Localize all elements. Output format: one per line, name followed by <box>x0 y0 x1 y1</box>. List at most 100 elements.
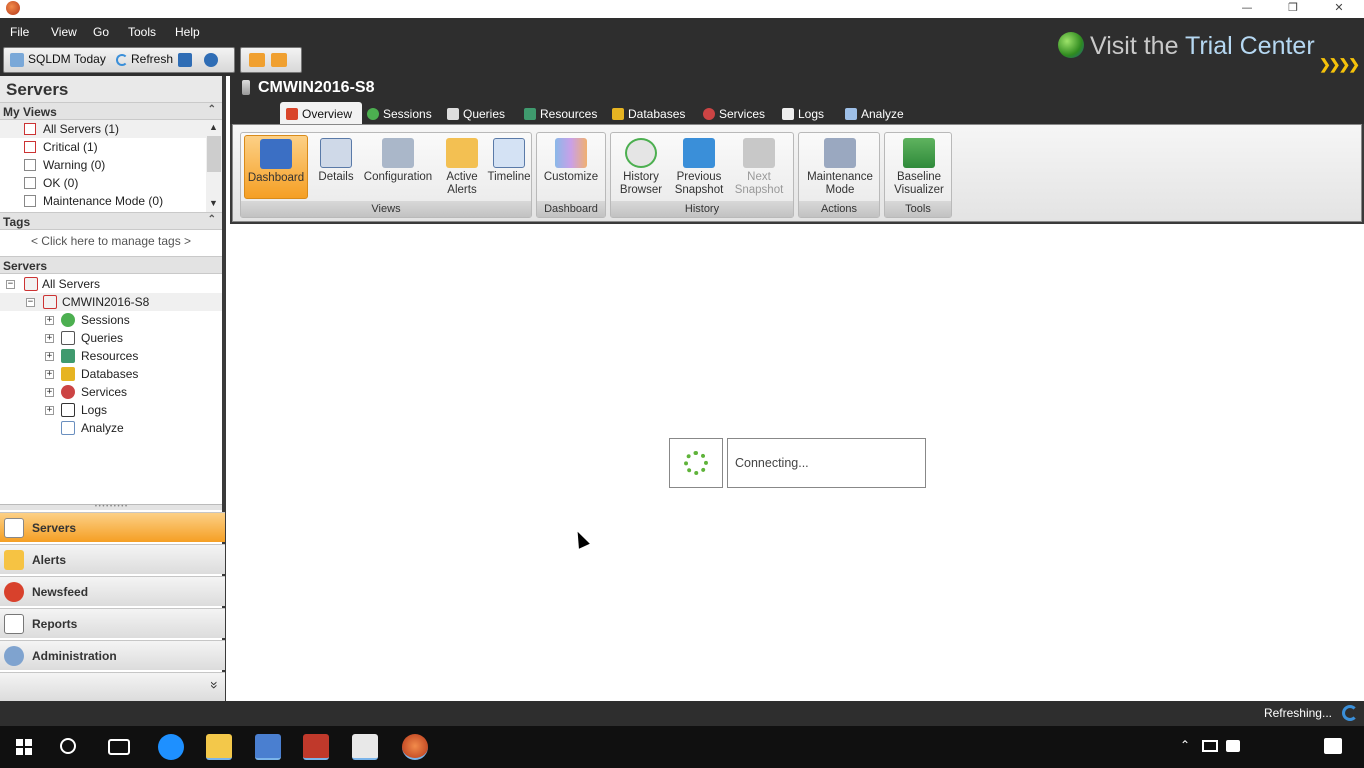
expand-toggle[interactable]: + <box>45 334 54 343</box>
scroll-up-icon[interactable]: ▲ <box>209 122 218 132</box>
forward-arrow-icon[interactable] <box>271 53 287 67</box>
status-bar: Refreshing... <box>0 701 1364 726</box>
timeline-button[interactable]: Timeline <box>486 135 532 199</box>
tags-header[interactable]: Tags ⌃ <box>0 212 222 230</box>
app-tool-icon[interactable] <box>255 734 281 760</box>
previous-snapshot-button[interactable]: Previous Snapshot <box>672 135 726 199</box>
tab-queries[interactable]: Queries <box>447 104 505 124</box>
expand-toggle[interactable]: + <box>45 406 54 415</box>
tree-services[interactable]: + Services <box>0 383 222 401</box>
trial-center-text: Visit the Trial Center <box>1090 32 1315 60</box>
my-views-header[interactable]: My Views ⌃ <box>0 102 222 120</box>
customize-icon <box>555 138 587 168</box>
back-arrow-icon[interactable] <box>249 53 265 67</box>
notifications-icon[interactable] <box>1324 738 1342 754</box>
tree-resources[interactable]: + Resources <box>0 347 222 365</box>
search-icon[interactable] <box>60 738 76 754</box>
nav-reports[interactable]: Reports <box>0 608 225 638</box>
tab-logs[interactable]: Logs <box>782 104 824 124</box>
critical-icon <box>24 141 36 153</box>
windows-start-icon[interactable] <box>12 734 38 760</box>
expand-toggle[interactable]: + <box>45 388 54 397</box>
minimize-button[interactable]: — <box>1224 0 1270 18</box>
view-maintenance[interactable]: Maintenance Mode (0) <box>0 192 222 210</box>
expand-toggle[interactable]: + <box>45 352 54 361</box>
tree-logs[interactable]: + Logs <box>0 401 222 419</box>
collapse-icon[interactable]: ⌃ <box>208 104 216 115</box>
menu-view[interactable]: View <box>51 25 77 39</box>
next-arrow-icon <box>743 138 775 168</box>
tree-databases[interactable]: + Databases <box>0 365 222 383</box>
task-view-icon[interactable] <box>108 739 130 755</box>
menu-file[interactable]: File <box>10 25 29 39</box>
tree-analyze[interactable]: Analyze <box>0 419 222 437</box>
configuration-button[interactable]: Configuration <box>362 135 434 199</box>
internet-explorer-icon[interactable] <box>158 734 184 760</box>
history-browser-button[interactable]: History Browser <box>614 135 668 199</box>
tab-services[interactable]: Services <box>703 104 765 124</box>
app-console-icon[interactable] <box>352 734 378 760</box>
view-warning[interactable]: Warning (0) <box>0 156 222 174</box>
help-icon[interactable] <box>204 53 218 67</box>
tab-overview[interactable]: Overview <box>280 102 363 124</box>
nav-more-button[interactable]: » <box>0 672 225 701</box>
volume-muted-icon[interactable] <box>1226 740 1240 752</box>
maintenance-mode-button[interactable]: Maintenance Mode <box>802 135 878 199</box>
main-content: Connecting... <box>230 224 1364 701</box>
main-toolbar-group: SQLDM Today Refresh <box>3 47 235 73</box>
details-button[interactable]: Details <box>312 135 360 199</box>
nav-servers[interactable]: Servers <box>0 512 225 542</box>
nav-alerts[interactable]: Alerts <box>0 544 225 574</box>
network-icon[interactable] <box>1202 740 1218 752</box>
queries-icon <box>447 108 459 120</box>
tree-queries[interactable]: + Queries <box>0 329 222 347</box>
splitter-handle[interactable]: • • • • • • • • • <box>0 504 222 510</box>
expand-toggle[interactable]: + <box>45 370 54 379</box>
active-alerts-button[interactable]: Active Alerts <box>438 135 486 199</box>
baseline-visualizer-button[interactable]: Baseline Visualizer <box>888 135 950 199</box>
tab-sessions[interactable]: Sessions <box>367 104 432 124</box>
customize-button[interactable]: Customize <box>540 135 602 199</box>
close-button[interactable]: ✕ <box>1316 0 1362 18</box>
dashboard-icon <box>260 139 292 169</box>
file-explorer-icon[interactable] <box>206 734 232 760</box>
next-snapshot-button[interactable]: Next Snapshot <box>732 135 786 199</box>
expand-toggle[interactable]: + <box>45 316 54 325</box>
views-scrollbar[interactable]: ▲ ▼ <box>206 120 222 212</box>
nav-administration[interactable]: Administration <box>0 640 225 670</box>
scroll-down-icon[interactable]: ▼ <box>209 198 218 208</box>
warning-icon <box>24 159 36 171</box>
tree-sessions[interactable]: + Sessions <box>0 311 222 329</box>
refresh-button[interactable]: Refresh <box>131 52 173 66</box>
timeline-icon <box>493 138 525 168</box>
maintenance-icon <box>824 138 856 168</box>
tab-resources[interactable]: Resources <box>524 104 597 124</box>
nav-newsfeed[interactable]: Newsfeed <box>0 576 225 606</box>
refresh-status-icon[interactable] <box>1342 705 1358 721</box>
app-rx-icon[interactable] <box>303 734 329 760</box>
dashboard-button[interactable]: Dashboard <box>244 135 308 199</box>
tab-analyze[interactable]: Analyze <box>845 104 904 124</box>
maximize-button[interactable]: ❐ <box>1270 0 1316 18</box>
collapse-toggle[interactable]: − <box>26 298 35 307</box>
collapse-icon[interactable]: ⌃ <box>208 214 216 225</box>
menu-tools[interactable]: Tools <box>128 25 156 39</box>
manage-tags-link[interactable]: < Click here to manage tags > <box>0 230 222 256</box>
tray-chevron-icon[interactable]: ⌃ <box>1180 738 1190 752</box>
tab-databases[interactable]: Databases <box>612 104 685 124</box>
panes-icon[interactable] <box>178 53 192 67</box>
tree-server[interactable]: − CMWIN2016-S8 <box>0 293 222 311</box>
resources-icon <box>524 108 536 120</box>
trial-center-banner[interactable]: Visit the Trial Center ❯❯❯❯ <box>1058 30 1360 74</box>
view-all-servers[interactable]: All Servers (1) <box>0 120 222 138</box>
sqldm-taskbar-icon[interactable] <box>402 734 428 760</box>
menu-help[interactable]: Help <box>175 25 200 39</box>
app-logo-icon <box>6 1 20 15</box>
sqldm-today-button[interactable]: SQLDM Today <box>28 52 106 66</box>
view-critical[interactable]: Critical (1) <box>0 138 222 156</box>
tree-all-servers[interactable]: − All Servers <box>0 275 222 293</box>
menu-go[interactable]: Go <box>93 25 109 39</box>
scroll-thumb[interactable] <box>207 136 221 172</box>
collapse-toggle[interactable]: − <box>6 280 15 289</box>
view-ok[interactable]: OK (0) <box>0 174 222 192</box>
